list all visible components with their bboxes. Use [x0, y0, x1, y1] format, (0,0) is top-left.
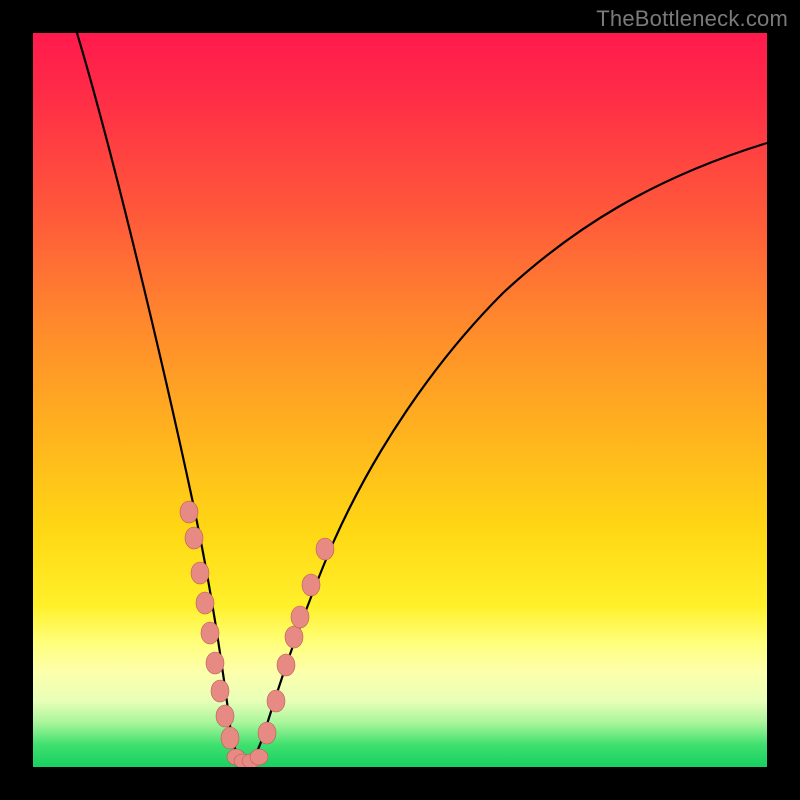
- bottleneck-curve-path: [77, 33, 767, 764]
- chart-frame: TheBottleneck.com: [0, 0, 800, 800]
- plot-area: [33, 33, 767, 767]
- curve-markers: [180, 501, 334, 767]
- watermark-label: TheBottleneck.com: [596, 6, 788, 32]
- bottleneck-curve-svg: [33, 33, 767, 767]
